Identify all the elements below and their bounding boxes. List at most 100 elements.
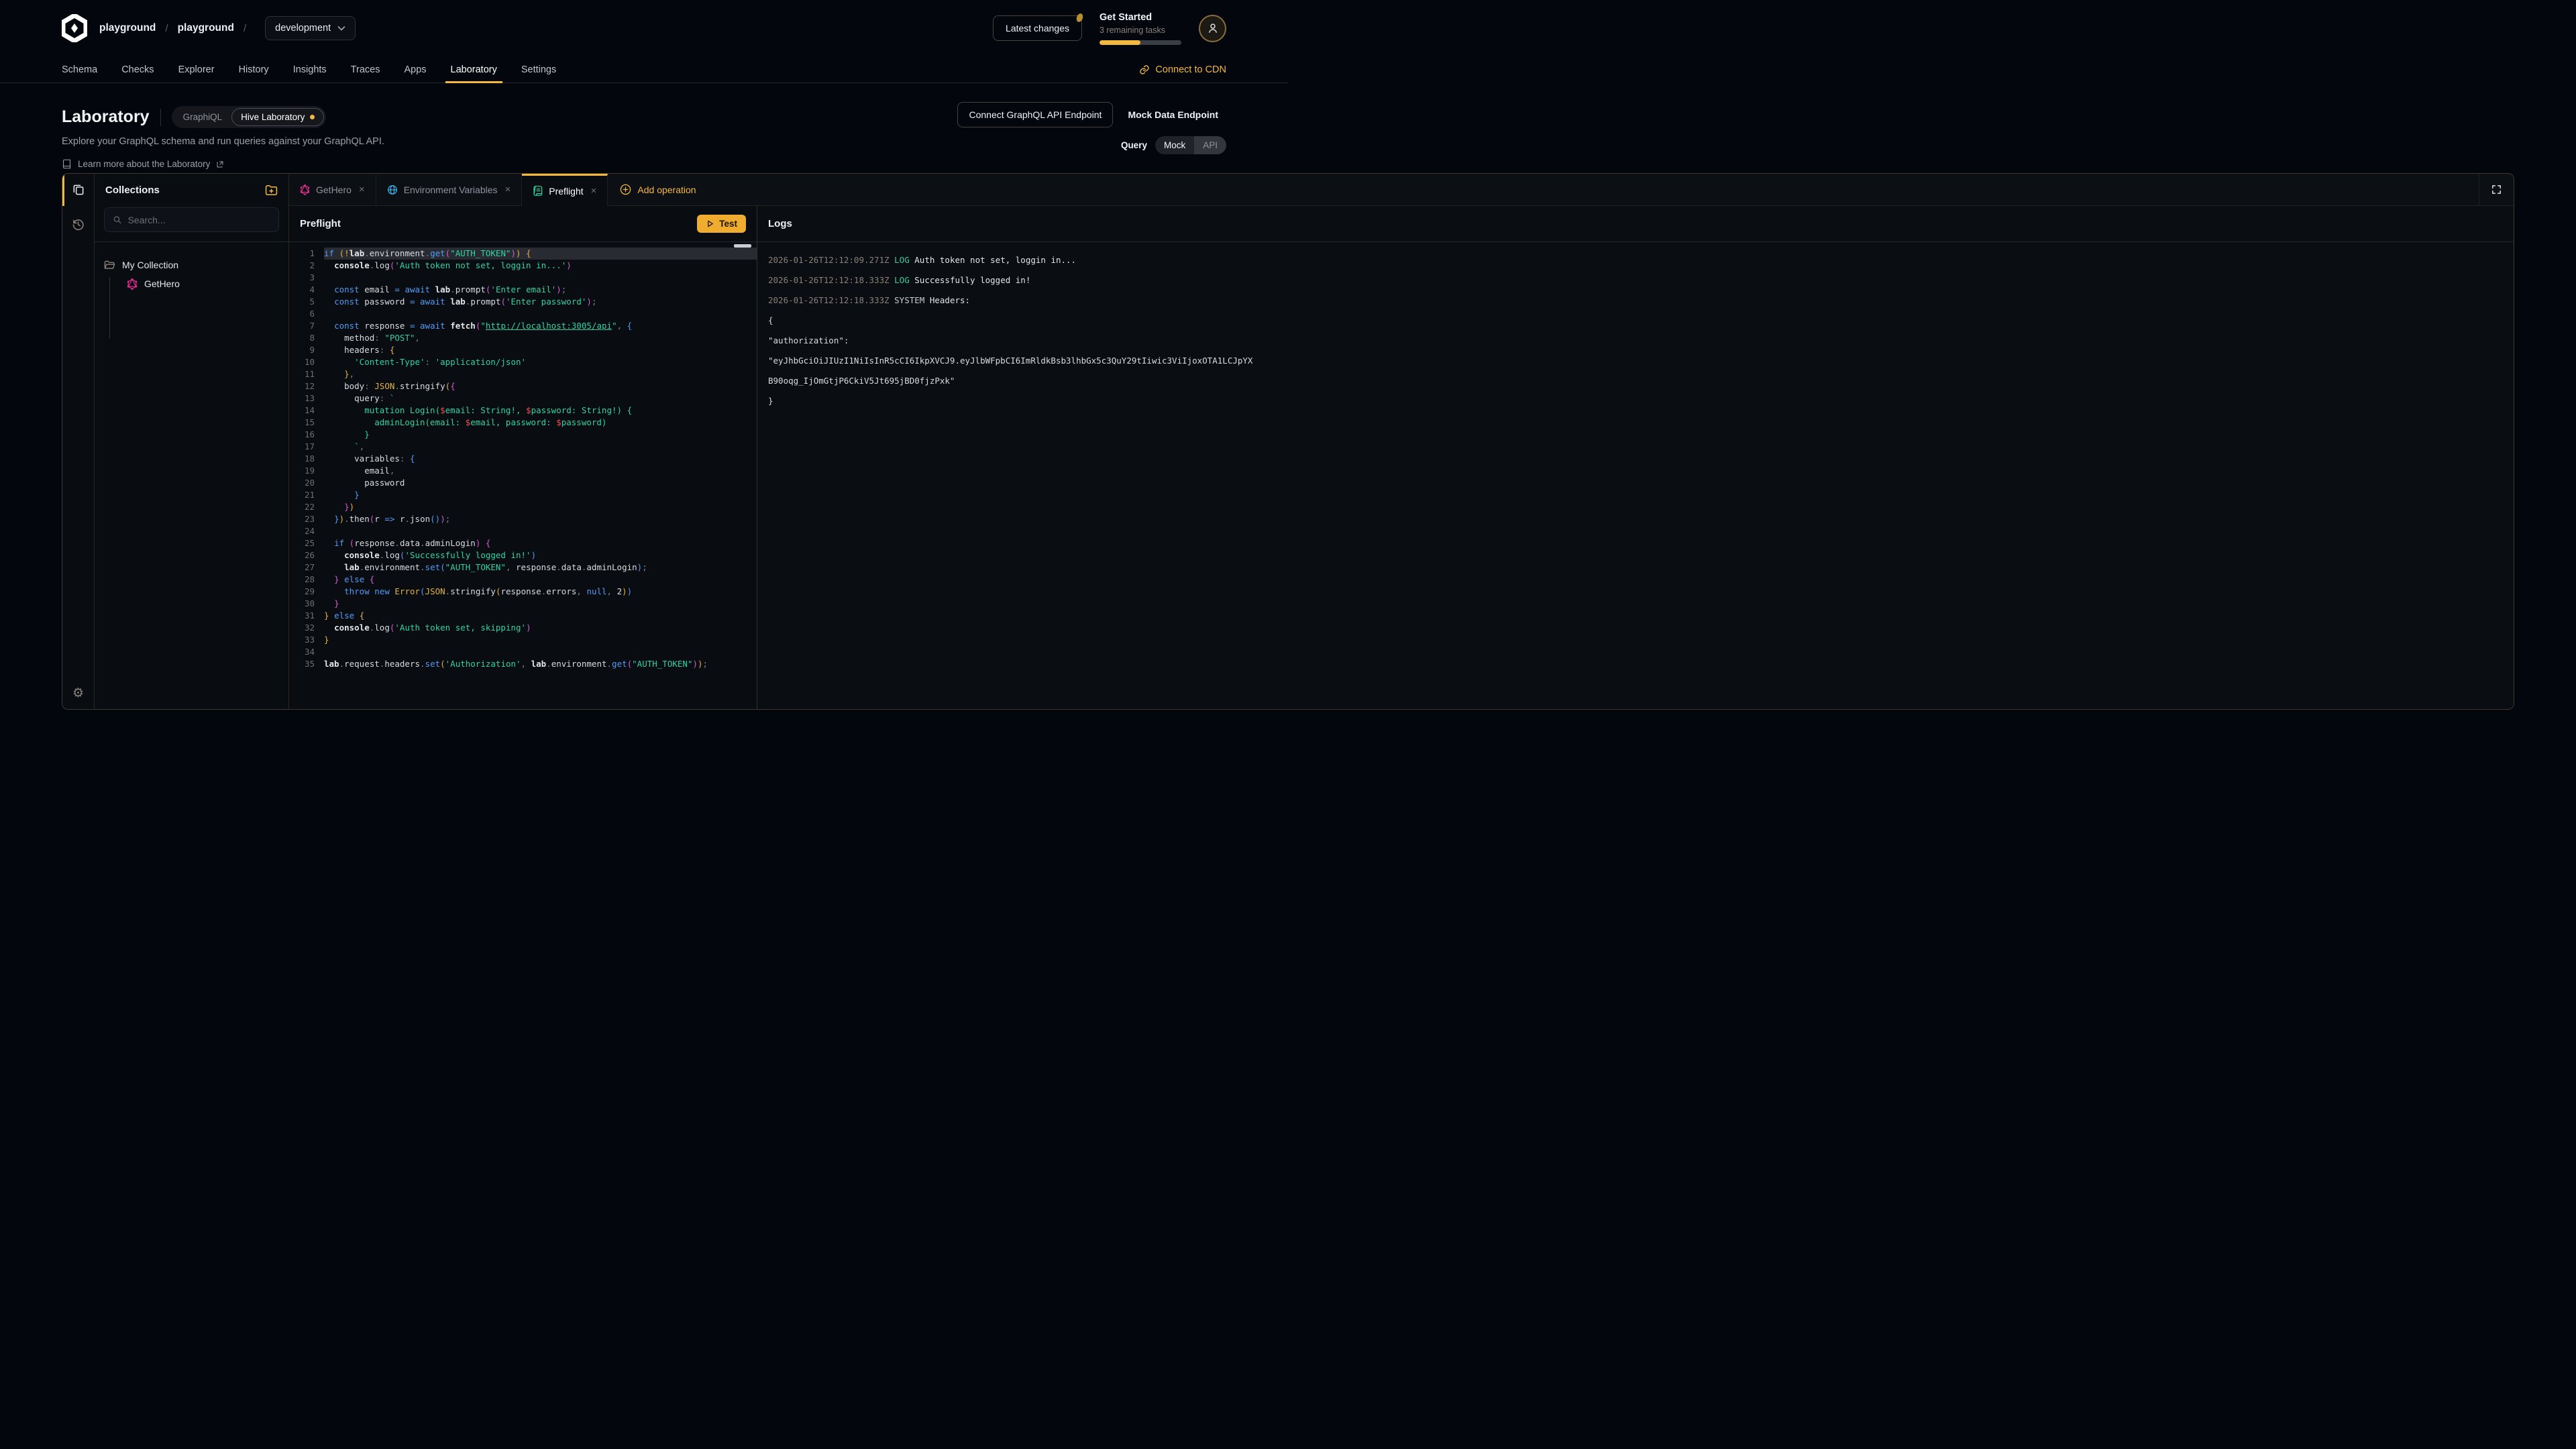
- code-line[interactable]: 1if (!lab.environment.get("AUTH_TOKEN"))…: [289, 248, 757, 260]
- code-line[interactable]: 30 }: [289, 598, 757, 610]
- code-line[interactable]: 21 }: [289, 489, 757, 501]
- page-header: Laboratory GraphiQL Hive Laboratory Expl…: [0, 83, 1288, 169]
- nav-tab-schema[interactable]: Schema: [50, 56, 109, 83]
- hive-logo-icon[interactable]: [62, 14, 87, 42]
- code-line[interactable]: 11 },: [289, 368, 757, 380]
- code-line[interactable]: 14 mutation Login($email: String!, $pass…: [289, 405, 757, 417]
- code-line[interactable]: 26 console.log('Successfully logged in!'…: [289, 549, 757, 561]
- line-number: 22: [289, 501, 324, 513]
- tab-gethero[interactable]: GetHero ×: [289, 174, 376, 205]
- code-line[interactable]: 12 body: JSON.stringify({: [289, 380, 757, 392]
- line-number: 30: [289, 598, 324, 610]
- collection-folder-row[interactable]: My Collection: [104, 256, 279, 274]
- code-line[interactable]: 10 'Content-Type': 'application/json': [289, 356, 757, 368]
- query-mode-switch: Mock API: [1155, 136, 1226, 154]
- code-line[interactable]: 2 console.log('Auth token not set, loggi…: [289, 260, 757, 272]
- test-button[interactable]: Test: [697, 215, 746, 233]
- history-rail-button[interactable]: [62, 206, 95, 242]
- code-line[interactable]: 20 password: [289, 477, 757, 489]
- nav-tab-history[interactable]: History: [227, 56, 281, 83]
- line-number: 34: [289, 646, 324, 658]
- close-tab-icon[interactable]: ×: [505, 184, 511, 195]
- tab-environment-variables[interactable]: Environment Variables ×: [376, 174, 523, 205]
- code-line[interactable]: 28 } else {: [289, 574, 757, 586]
- fullscreen-button[interactable]: [2479, 174, 2514, 205]
- mode-pill-graphiql[interactable]: GraphiQL: [174, 108, 232, 126]
- code-line[interactable]: 33}: [289, 634, 757, 646]
- query-mode-api[interactable]: API: [1194, 136, 1226, 154]
- nav-tab-checks[interactable]: Checks: [109, 56, 166, 83]
- code-line[interactable]: 25 if (response.data.adminLogin) {: [289, 537, 757, 549]
- breadcrumb-org[interactable]: playground: [99, 22, 156, 34]
- tab-preflight[interactable]: Preflight ×: [522, 174, 608, 206]
- code-line[interactable]: 32 console.log('Auth token set, skipping…: [289, 622, 757, 634]
- code-line[interactable]: 18 variables: {: [289, 453, 757, 465]
- code-line[interactable]: 22 }): [289, 501, 757, 513]
- log-json-line: "authorization":: [768, 331, 2503, 351]
- line-number: 32: [289, 622, 324, 634]
- code-line[interactable]: 4 const email = await lab.prompt('Enter …: [289, 284, 757, 296]
- mock-endpoint-button[interactable]: Mock Data Endpoint: [1120, 103, 1226, 127]
- nav-tab-apps[interactable]: Apps: [392, 56, 438, 83]
- connect-endpoint-button[interactable]: Connect GraphQL API Endpoint: [957, 102, 1113, 127]
- target-select[interactable]: development: [265, 16, 356, 40]
- line-number: 28: [289, 574, 324, 586]
- collections-rail-button[interactable]: [62, 174, 95, 206]
- collections-search[interactable]: [104, 207, 279, 232]
- query-mode-mock[interactable]: Mock: [1155, 136, 1194, 154]
- code-line[interactable]: 23 }).then(r => r.json());: [289, 513, 757, 525]
- line-number: 24: [289, 525, 324, 537]
- code-line[interactable]: 15 adminLogin(email: $email, password: $…: [289, 417, 757, 429]
- code-line[interactable]: 7 const response = await fetch("http://l…: [289, 320, 757, 332]
- settings-rail-button[interactable]: ⚙: [62, 677, 95, 709]
- code-line[interactable]: 19 email,: [289, 465, 757, 477]
- nav-tab-explorer[interactable]: Explorer: [166, 56, 227, 83]
- add-collection-button[interactable]: [265, 184, 278, 196]
- code-line[interactable]: 6: [289, 308, 757, 320]
- nav-tab-traces[interactable]: Traces: [339, 56, 392, 83]
- line-number: 33: [289, 634, 324, 646]
- code-line[interactable]: 9 headers: {: [289, 344, 757, 356]
- breadcrumb-project[interactable]: playground: [178, 22, 234, 34]
- nav-tab-settings[interactable]: Settings: [509, 56, 568, 83]
- code-line[interactable]: 24: [289, 525, 757, 537]
- app-header: playground / playground / development La…: [0, 0, 1288, 56]
- nav-tab-insights[interactable]: Insights: [281, 56, 339, 83]
- get-started-widget[interactable]: Get Started 3 remaining tasks: [1099, 11, 1181, 44]
- code-line[interactable]: 35lab.request.headers.set('Authorization…: [289, 658, 757, 670]
- code-line[interactable]: 13 query: `: [289, 392, 757, 405]
- search-input[interactable]: [128, 215, 270, 225]
- get-started-title: Get Started: [1099, 11, 1181, 25]
- add-operation-button[interactable]: Add operation: [608, 174, 708, 205]
- get-started-progressbar: [1099, 40, 1181, 45]
- play-icon: [706, 219, 714, 228]
- latest-changes-button[interactable]: Latest changes: [993, 15, 1082, 41]
- code-line[interactable]: 29 throw new Error(JSON.stringify(respon…: [289, 586, 757, 598]
- code-line[interactable]: 34: [289, 646, 757, 658]
- log-json-line: }: [768, 391, 2503, 411]
- folder-open-icon: [104, 260, 115, 270]
- line-number: 14: [289, 405, 324, 417]
- code-line[interactable]: 5 const password = await lab.prompt('Ent…: [289, 296, 757, 308]
- code-editor[interactable]: 1if (!lab.environment.get("AUTH_TOKEN"))…: [289, 242, 757, 709]
- code-line[interactable]: 3: [289, 272, 757, 284]
- logs-output[interactable]: 2026-01-26T12:12:09.271Z LOG Auth token …: [757, 242, 2514, 709]
- code-line[interactable]: 17 `,: [289, 441, 757, 453]
- code-line[interactable]: 16 }: [289, 429, 757, 441]
- side-icon-rail: ⚙: [62, 174, 95, 709]
- collection-operation-row[interactable]: GetHero: [104, 274, 279, 293]
- close-tab-icon[interactable]: ×: [359, 184, 365, 195]
- editor-scrollbar-handle[interactable]: [734, 244, 751, 248]
- search-icon: [113, 215, 122, 225]
- code-line[interactable]: 8 method: "POST",: [289, 332, 757, 344]
- user-avatar[interactable]: [1199, 15, 1226, 42]
- nav-tab-laboratory[interactable]: Laboratory: [439, 56, 509, 83]
- close-tab-icon[interactable]: ×: [591, 185, 597, 197]
- code-line[interactable]: 27 lab.environment.set("AUTH_TOKEN", res…: [289, 561, 757, 574]
- connect-to-cdn-link[interactable]: Connect to CDN: [1139, 56, 1238, 83]
- code-line[interactable]: 31} else {: [289, 610, 757, 622]
- line-number: 27: [289, 561, 324, 574]
- mode-pill-hive-laboratory[interactable]: Hive Laboratory: [231, 108, 324, 126]
- learn-more-link[interactable]: Learn more about the Laboratory: [62, 159, 1226, 169]
- line-number: 26: [289, 549, 324, 561]
